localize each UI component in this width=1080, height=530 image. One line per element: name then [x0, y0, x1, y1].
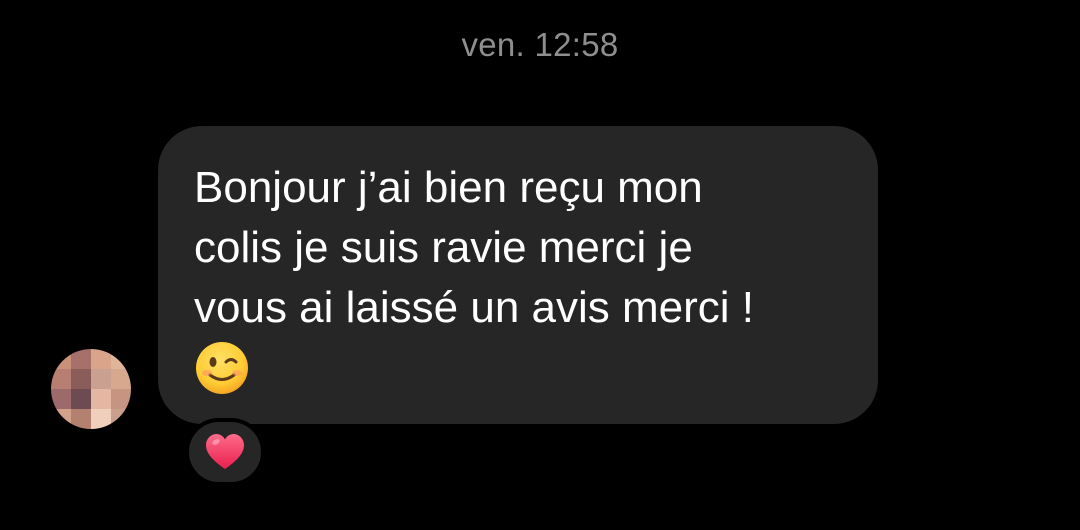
heart-icon [206, 434, 244, 469]
heart-reaction[interactable] [185, 418, 265, 486]
message-bubble[interactable]: Bonjour j’ai bien reçu mon colis je suis… [158, 126, 878, 424]
message-timestamp: ven. 12:58 [461, 26, 619, 63]
message-text: Bonjour j’ai bien reçu mon colis je suis… [194, 163, 754, 332]
winking-face-emoji-icon [196, 342, 248, 394]
sender-avatar[interactable] [51, 349, 131, 429]
